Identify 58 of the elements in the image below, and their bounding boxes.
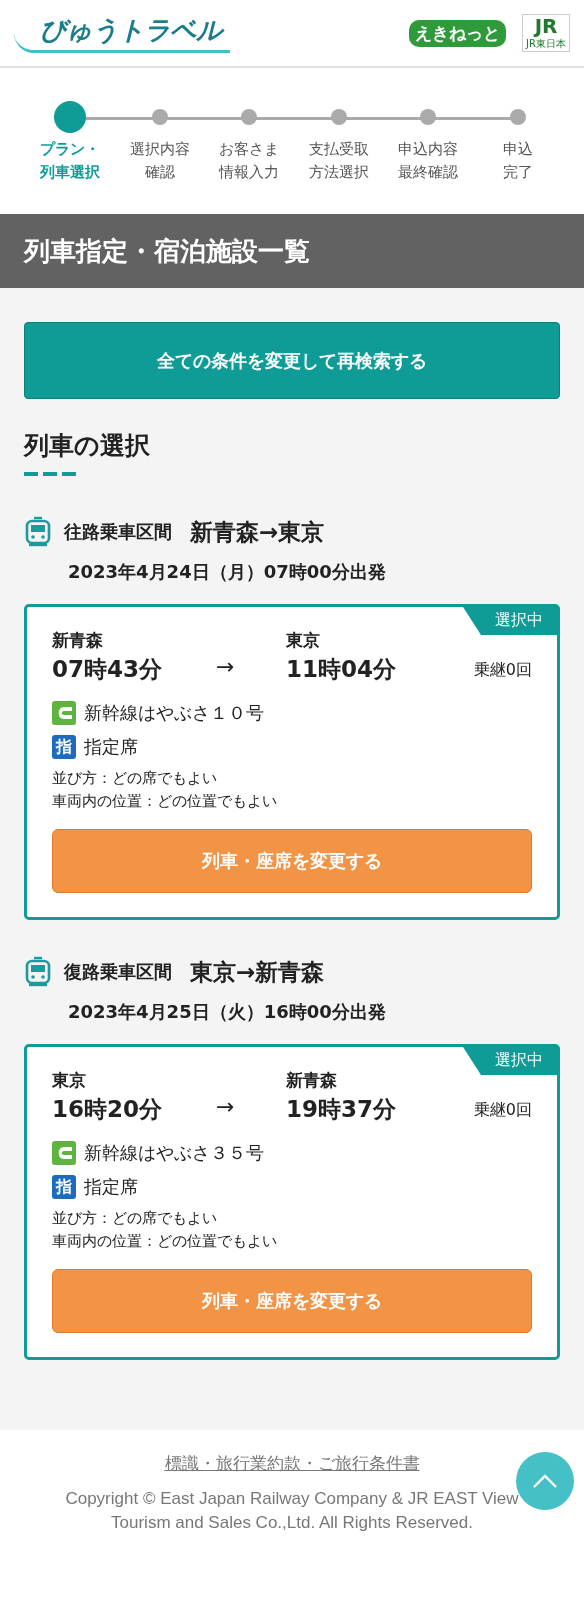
departure-date: 2023年4月24日（月）07時00分出発	[68, 560, 387, 584]
step-label: 申込内容	[398, 139, 459, 160]
leg-label: 復路乗車区間	[64, 960, 172, 984]
seat-preference: 並び方：どの席でもよい	[52, 1208, 218, 1229]
transfer-count: 乗継0回	[473, 1100, 532, 1121]
dash-decoration	[24, 472, 76, 476]
train-name: 新幹線はやぶさ１０号	[84, 701, 264, 725]
departure-date: 2023年4月25日（火）16時00分出発	[68, 1000, 387, 1024]
step-label: 確認	[144, 162, 175, 183]
arrival-time: 19時37分	[286, 1095, 397, 1124]
step-label: 完了	[502, 162, 533, 183]
seat-type: 指定席	[84, 735, 138, 759]
step-label: プラン・	[40, 139, 100, 160]
step-label: 選択内容	[129, 139, 190, 160]
route-text: 東京→新青森	[190, 957, 325, 987]
step-label: 支払受取	[308, 139, 369, 160]
step-label: 方法選択	[308, 162, 369, 183]
step-label: 列車選択	[40, 162, 100, 183]
reserved-seat-icon: 指	[52, 1175, 76, 1199]
step-label: 情報入力	[219, 162, 280, 183]
step-label: 申込	[502, 139, 533, 160]
arrival-time: 11時04分	[286, 655, 397, 684]
reserved-seat-icon: 指	[52, 735, 76, 759]
terms-link[interactable]: 標識・旅行業約款・ご旅行条件書	[164, 1452, 420, 1475]
page-title: 列車指定・宿泊施設一覧	[24, 234, 310, 268]
logo[interactable]: びゅうトラベル	[14, 13, 230, 53]
change-seat-button[interactable]: 列車・座席を変更する	[52, 829, 532, 893]
departure-time: 07時43分	[52, 655, 163, 684]
seat-preference: 並び方：どの席でもよい	[52, 768, 218, 789]
station-name: 東京	[286, 629, 321, 652]
research-button[interactable]: 全ての条件を変更して再検索する	[24, 322, 560, 399]
partner-logo[interactable]: えきねっと	[409, 19, 507, 47]
departure-time: 16時20分	[52, 1095, 163, 1124]
step-label: 最終確認	[398, 162, 459, 183]
transfer-count: 乗継0回	[473, 660, 532, 681]
train-icon	[24, 516, 52, 548]
seat-type: 指定席	[84, 1175, 138, 1199]
chevron-up-icon	[532, 1472, 558, 1490]
jr-logo[interactable]: JR JR東日本	[522, 14, 570, 52]
change-seat-button[interactable]: 列車・座席を変更する	[52, 1269, 532, 1333]
station-name: 新青森	[286, 1069, 338, 1092]
leg-label: 往路乗車区間	[64, 520, 172, 544]
station-name: 新青森	[52, 629, 104, 652]
copyright-text: Copyright © East Japan Railway Company & JR EAST View Tourism and Sales Co.,Ltd. All Rights Reserved.	[64, 1488, 520, 1534]
section-title: 列車の選択	[24, 430, 151, 462]
selected-badge: 選択中	[463, 1047, 557, 1075]
shinkansen-icon	[52, 701, 76, 725]
station-name: 東京	[52, 1069, 87, 1092]
arrow-icon: →	[216, 654, 286, 679]
step-label: お客さま	[219, 139, 280, 160]
shinkansen-icon	[52, 1141, 76, 1165]
train-icon	[24, 956, 52, 988]
train-name: 新幹線はやぶさ３５号	[84, 1141, 264, 1165]
route-text: 新青森→東京	[190, 517, 325, 547]
selected-badge: 選択中	[463, 607, 557, 635]
seat-preference: 車両内の位置：どの位置でもよい	[52, 791, 278, 812]
arrow-icon: →	[216, 1094, 286, 1119]
seat-preference: 車両内の位置：どの位置でもよい	[52, 1231, 278, 1252]
